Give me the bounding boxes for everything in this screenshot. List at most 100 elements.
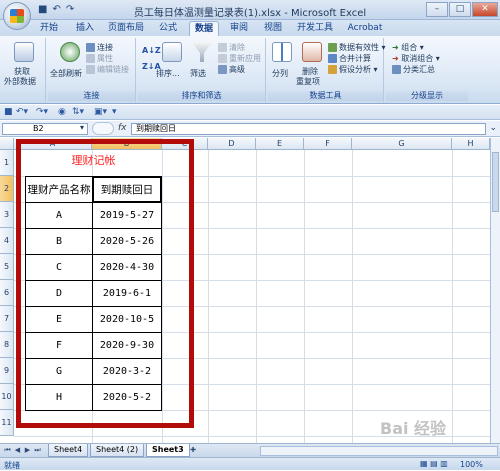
office-button[interactable] bbox=[3, 2, 31, 30]
table-cell[interactable]: 2020-5-2 bbox=[92, 384, 162, 411]
select-all-corner[interactable] bbox=[0, 138, 14, 150]
row-header-11[interactable]: 11 bbox=[0, 410, 14, 436]
tab-page-layout[interactable]: 页面布局 bbox=[106, 21, 146, 36]
horizontal-scrollbar[interactable] bbox=[260, 446, 498, 456]
advanced-button[interactable]: 高级 bbox=[218, 64, 245, 75]
table-cell[interactable]: 2020-4-30 bbox=[92, 254, 162, 281]
next-sheet-icon[interactable]: ▶ bbox=[23, 446, 32, 455]
get-external-label2[interactable]: 外部数据 bbox=[4, 76, 36, 87]
sheet-tab-sheet4-2[interactable]: Sheet4 (2) bbox=[90, 444, 145, 457]
name-box[interactable]: B2 bbox=[2, 123, 88, 135]
vertical-scrollbar[interactable] bbox=[490, 138, 500, 443]
tab-home[interactable]: 开始 bbox=[36, 21, 62, 36]
formula-input[interactable]: 到期赎回日 bbox=[131, 123, 486, 135]
column-header-c[interactable]: C bbox=[162, 138, 208, 150]
data-validation-button[interactable]: 数据有效性 ▾ bbox=[328, 42, 386, 53]
connections-button[interactable]: 连接 bbox=[86, 42, 113, 53]
table-cell[interactable]: 2019-6-1 bbox=[92, 280, 162, 307]
sort-button[interactable]: 排序... bbox=[156, 68, 180, 79]
column-header-e[interactable]: E bbox=[256, 138, 304, 150]
column-header-d[interactable]: D bbox=[208, 138, 256, 150]
formula-cancel-icon[interactable] bbox=[92, 122, 114, 135]
name-box-dropdown-icon[interactable]: ▾ bbox=[80, 123, 84, 132]
tab-view[interactable]: 视图 bbox=[260, 21, 286, 36]
table-title[interactable]: 理财记帐 bbox=[25, 152, 162, 168]
minimize-button[interactable]: – bbox=[426, 2, 448, 17]
table-cell[interactable]: B bbox=[25, 228, 93, 255]
sheet-tab-sheet4[interactable]: Sheet4 bbox=[48, 444, 89, 457]
edit-links-button[interactable]: 编辑链接 bbox=[86, 64, 129, 75]
row-header-1[interactable]: 1 bbox=[0, 150, 14, 176]
row-header-9[interactable]: 9 bbox=[0, 358, 14, 384]
column-header-f[interactable]: F bbox=[304, 138, 352, 150]
table-cell[interactable]: G bbox=[25, 358, 93, 385]
row-header-3[interactable]: 3 bbox=[0, 202, 14, 228]
tab-review[interactable]: 审阅 bbox=[226, 21, 252, 36]
table-cell[interactable]: H bbox=[25, 384, 93, 411]
table-cell[interactable]: 2020-9-30 bbox=[92, 332, 162, 359]
save-qat-icon[interactable]: ■ bbox=[4, 107, 13, 117]
column-header-g[interactable]: G bbox=[352, 138, 452, 150]
print-preview-qat-icon[interactable]: ▣▾ bbox=[94, 107, 107, 117]
subtotal-button[interactable]: 分类汇总 bbox=[392, 64, 435, 75]
consolidate-button[interactable]: 合并计算 bbox=[328, 53, 371, 64]
save-icon[interactable]: ■ bbox=[38, 4, 47, 15]
clear-button[interactable]: 清除 bbox=[218, 42, 245, 53]
tab-insert[interactable]: 插入 bbox=[72, 21, 98, 36]
table-cell[interactable]: 2019-5-27 bbox=[92, 202, 162, 229]
table-cell[interactable]: F bbox=[25, 332, 93, 359]
row-header-8[interactable]: 8 bbox=[0, 332, 14, 358]
text-to-columns-button[interactable]: 分列 bbox=[272, 68, 288, 79]
zoom-level[interactable]: 100% bbox=[460, 460, 483, 469]
column-header-b[interactable]: B bbox=[92, 138, 162, 150]
table-cell[interactable]: 2020-3-2 bbox=[92, 358, 162, 385]
refresh-qat-icon[interactable]: ◉ bbox=[58, 107, 66, 117]
sheet-tab-sheet3[interactable]: Sheet3 bbox=[146, 444, 190, 457]
expand-formula-icon[interactable]: ⌄ bbox=[489, 123, 497, 133]
reapply-button[interactable]: 重新应用 bbox=[218, 53, 261, 64]
header-cell-due-date[interactable]: 到期赎回日 bbox=[92, 176, 162, 203]
sort-qat-icon[interactable]: ⇅▾ bbox=[72, 107, 84, 117]
table-cell[interactable]: D bbox=[25, 280, 93, 307]
column-header-a[interactable]: A bbox=[14, 138, 92, 150]
properties-button[interactable]: 属性 bbox=[86, 53, 113, 64]
row-header-5[interactable]: 5 bbox=[0, 254, 14, 280]
table-cell[interactable]: A bbox=[25, 202, 93, 229]
fx-icon[interactable]: fx bbox=[118, 123, 127, 133]
undo-qat-icon[interactable]: ↶▾ bbox=[16, 107, 28, 117]
sort-az-icon[interactable]: A↓Z bbox=[142, 46, 161, 55]
table-cell[interactable]: C bbox=[25, 254, 93, 281]
what-if-button[interactable]: 假设分析 ▾ bbox=[328, 64, 378, 75]
spreadsheet-grid[interactable]: A B C D E F G H 1 2 3 4 5 6 7 8 9 10 11 … bbox=[0, 138, 500, 443]
group-button[interactable]: ➜ 组合 ▾ bbox=[392, 42, 424, 53]
column-header-h[interactable]: H bbox=[452, 138, 490, 150]
maximize-button[interactable]: □ bbox=[449, 2, 471, 17]
close-button[interactable]: ✕ bbox=[472, 2, 498, 17]
first-sheet-icon[interactable]: ⏮ bbox=[3, 446, 12, 455]
filter-button[interactable]: 筛选 bbox=[190, 68, 206, 79]
undo-icon[interactable]: ↶ bbox=[52, 4, 60, 15]
last-sheet-icon[interactable]: ⏭ bbox=[33, 446, 42, 455]
row-header-2[interactable]: 2 bbox=[0, 176, 14, 202]
row-header-4[interactable]: 4 bbox=[0, 228, 14, 254]
table-cell[interactable]: 2020-5-26 bbox=[92, 228, 162, 255]
scroll-thumb[interactable] bbox=[492, 152, 499, 212]
tab-formulas[interactable]: 公式 bbox=[155, 21, 181, 36]
redo-qat-icon[interactable]: ↷▾ bbox=[36, 107, 48, 117]
view-buttons[interactable]: ▦ ▤ ▥ bbox=[420, 459, 448, 468]
refresh-all-button[interactable]: 全部刷新 bbox=[50, 68, 82, 79]
row-header-6[interactable]: 6 bbox=[0, 280, 14, 306]
row-header-7[interactable]: 7 bbox=[0, 306, 14, 332]
table-cell[interactable]: E bbox=[25, 306, 93, 333]
tab-data[interactable]: 数据 bbox=[189, 21, 219, 36]
tab-developer[interactable]: 开发工具 bbox=[296, 21, 334, 36]
remove-duplicates-label2[interactable]: 重复项 bbox=[296, 76, 320, 87]
customize-qat-icon[interactable]: ▾ bbox=[112, 107, 117, 117]
prev-sheet-icon[interactable]: ◀ bbox=[13, 446, 22, 455]
header-cell-product[interactable]: 理财产品名称 bbox=[25, 176, 93, 203]
table-cell[interactable]: 2020-10-5 bbox=[92, 306, 162, 333]
insert-sheet-icon[interactable]: ✚ bbox=[186, 446, 200, 455]
redo-icon[interactable]: ↷ bbox=[66, 4, 74, 15]
row-header-10[interactable]: 10 bbox=[0, 384, 14, 410]
tab-acrobat[interactable]: Acrobat bbox=[345, 21, 385, 36]
